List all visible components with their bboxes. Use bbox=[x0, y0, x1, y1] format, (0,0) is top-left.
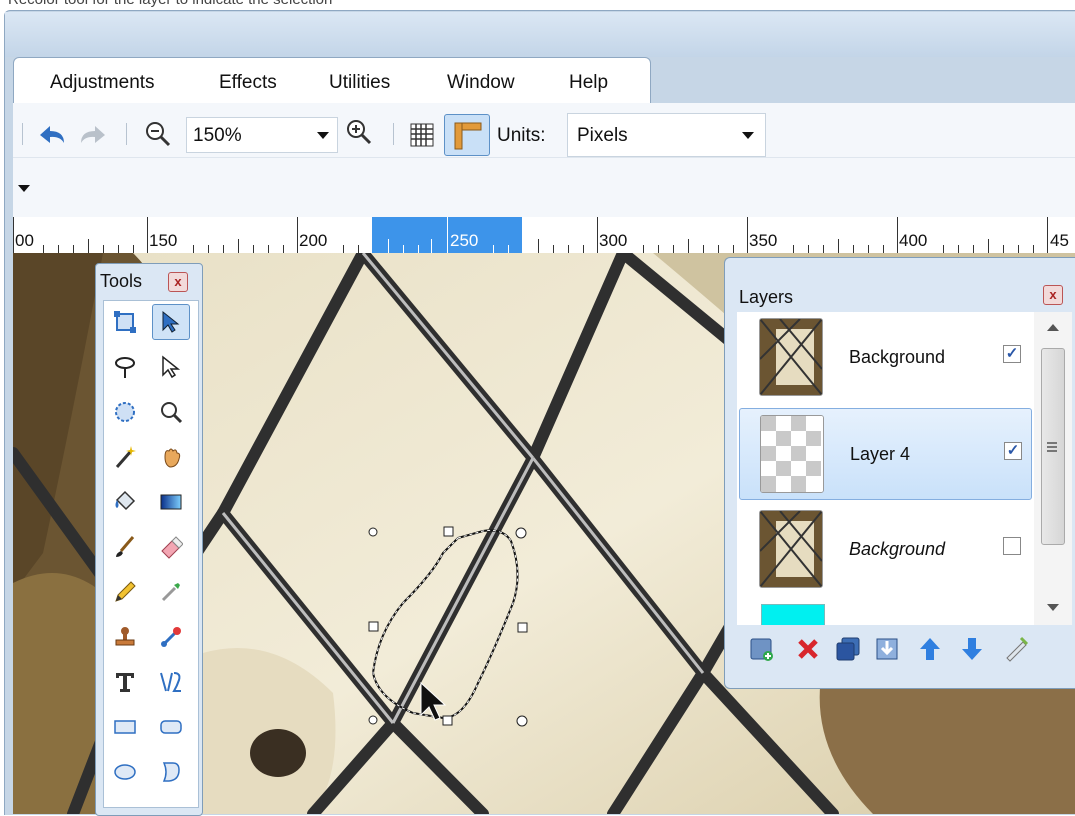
zoom-in-icon[interactable] bbox=[344, 117, 374, 147]
gradient-icon[interactable] bbox=[152, 484, 190, 520]
tools-panel: Tools x bbox=[95, 263, 203, 816]
layers-panel-title: Layers bbox=[739, 287, 794, 307]
scroll-thumb[interactable] bbox=[1041, 348, 1065, 545]
duplicate-layer-icon[interactable] bbox=[831, 629, 865, 669]
merge-layer-down-icon[interactable] bbox=[871, 629, 905, 669]
clone-stamp-icon[interactable] bbox=[106, 619, 144, 655]
move-selection-icon[interactable] bbox=[152, 304, 190, 340]
layer-name: Background bbox=[849, 539, 946, 559]
magic-wand-icon[interactable] bbox=[106, 439, 144, 475]
layers-panel: Layers x Background ✓ Layer 4 ✓ Backgrou… bbox=[724, 257, 1075, 689]
units-label: Units: bbox=[497, 125, 546, 146]
recolor-icon[interactable] bbox=[152, 619, 190, 655]
zoom-out-icon[interactable] bbox=[143, 119, 173, 149]
pan-icon[interactable] bbox=[152, 439, 190, 475]
layer-visibility-checkbox[interactable]: ✓ bbox=[1003, 345, 1021, 363]
scroll-up-icon[interactable] bbox=[1047, 324, 1059, 331]
undo-icon[interactable] bbox=[34, 121, 68, 149]
eraser-icon[interactable] bbox=[152, 529, 190, 565]
ellipse-icon[interactable] bbox=[106, 754, 144, 790]
pencil-icon[interactable] bbox=[106, 574, 144, 610]
text-icon[interactable] bbox=[106, 664, 144, 700]
layers-list: Background ✓ Layer 4 ✓ Background bbox=[737, 312, 1034, 625]
delete-layer-icon[interactable] bbox=[791, 629, 825, 669]
layer-name: Background bbox=[849, 347, 946, 367]
layers-scrollbar[interactable] bbox=[1034, 312, 1072, 625]
zoom-icon[interactable] bbox=[152, 394, 190, 430]
menu-window[interactable]: Window bbox=[447, 72, 515, 94]
layer-row-selected[interactable]: Layer 4 ✓ bbox=[739, 408, 1032, 500]
layer-visibility-checkbox[interactable] bbox=[1003, 537, 1021, 555]
tools-close-button[interactable]: x bbox=[168, 272, 188, 292]
menu-help[interactable]: Help bbox=[569, 72, 608, 94]
layer-row[interactable]: Background ✓ bbox=[739, 312, 1032, 404]
rectangle-select-icon[interactable] bbox=[106, 304, 144, 340]
scroll-down-icon[interactable] bbox=[1047, 604, 1059, 611]
rounded-rectangle-icon[interactable] bbox=[152, 709, 190, 745]
tools-grid bbox=[103, 300, 199, 808]
layers-close-button[interactable]: x bbox=[1043, 285, 1063, 305]
scroll-grip-icon bbox=[1047, 442, 1057, 444]
tool-options-bar bbox=[13, 157, 1075, 218]
ruler-label: 45 bbox=[1050, 231, 1069, 250]
rulers-toggle-button[interactable] bbox=[444, 114, 490, 156]
ruler-label: 350 bbox=[749, 231, 778, 250]
lasso-select-icon[interactable] bbox=[106, 349, 144, 385]
layer-thumbnail-partial bbox=[761, 604, 825, 625]
caption-fragment: Recolor tool for the layer to indicate t… bbox=[0, 0, 1075, 10]
ellipse-select-icon[interactable] bbox=[106, 394, 144, 430]
layer-thumbnail bbox=[759, 510, 823, 588]
toolbar-separator bbox=[393, 123, 394, 145]
freeform-shape-icon[interactable] bbox=[152, 754, 190, 790]
color-picker-icon[interactable] bbox=[152, 574, 190, 610]
tools-panel-title: Tools bbox=[100, 271, 143, 291]
menu-effects[interactable]: Effects bbox=[219, 72, 277, 94]
layer-visibility-checkbox[interactable]: ✓ bbox=[1004, 442, 1022, 460]
ruler-label: 250 bbox=[450, 231, 479, 250]
layer-properties-icon[interactable] bbox=[999, 629, 1033, 669]
zoom-value: 150% bbox=[193, 125, 242, 146]
menu-bar: Adjustments Effects Utilities Window Hel… bbox=[13, 57, 651, 104]
ruler-icon bbox=[454, 122, 482, 150]
grid-icon[interactable] bbox=[410, 123, 434, 147]
layer-name: Layer 4 bbox=[850, 444, 911, 464]
layer-thumbnail bbox=[760, 415, 824, 493]
chevron-down-icon[interactable] bbox=[18, 185, 30, 192]
redo-icon[interactable] bbox=[77, 121, 111, 149]
menu-utilities[interactable]: Utilities bbox=[329, 72, 390, 94]
ruler-label: 300 bbox=[599, 231, 628, 250]
units-select[interactable]: Pixels bbox=[567, 113, 766, 157]
layer-row[interactable]: Background bbox=[739, 504, 1032, 596]
add-layer-icon[interactable] bbox=[745, 629, 779, 669]
paint-bucket-icon[interactable] bbox=[106, 484, 144, 520]
horizontal-ruler: 00 150 200 250 300 350 400 45 bbox=[13, 217, 1075, 254]
ruler-label: 200 bbox=[299, 231, 328, 250]
ruler-label: 400 bbox=[899, 231, 928, 250]
move-layer-down-icon[interactable] bbox=[955, 629, 989, 669]
title-bar bbox=[5, 12, 1075, 57]
move-layer-up-icon[interactable] bbox=[913, 629, 947, 669]
menu-adjustments[interactable]: Adjustments bbox=[50, 72, 155, 94]
toolbar-separator bbox=[126, 123, 127, 145]
chevron-down-icon bbox=[317, 132, 329, 139]
zoom-select[interactable]: 150% bbox=[186, 117, 338, 153]
toolbar-separator bbox=[22, 123, 23, 145]
ruler-label: 150 bbox=[149, 231, 178, 250]
units-value: Pixels bbox=[577, 125, 628, 146]
rectangle-icon[interactable] bbox=[106, 709, 144, 745]
line-curve-icon[interactable] bbox=[152, 664, 190, 700]
chevron-down-icon bbox=[742, 132, 754, 139]
ruler-label: 00 bbox=[15, 231, 34, 250]
layer-thumbnail bbox=[759, 318, 823, 396]
move-selected-icon[interactable] bbox=[152, 349, 190, 385]
paintbrush-icon[interactable] bbox=[106, 529, 144, 565]
